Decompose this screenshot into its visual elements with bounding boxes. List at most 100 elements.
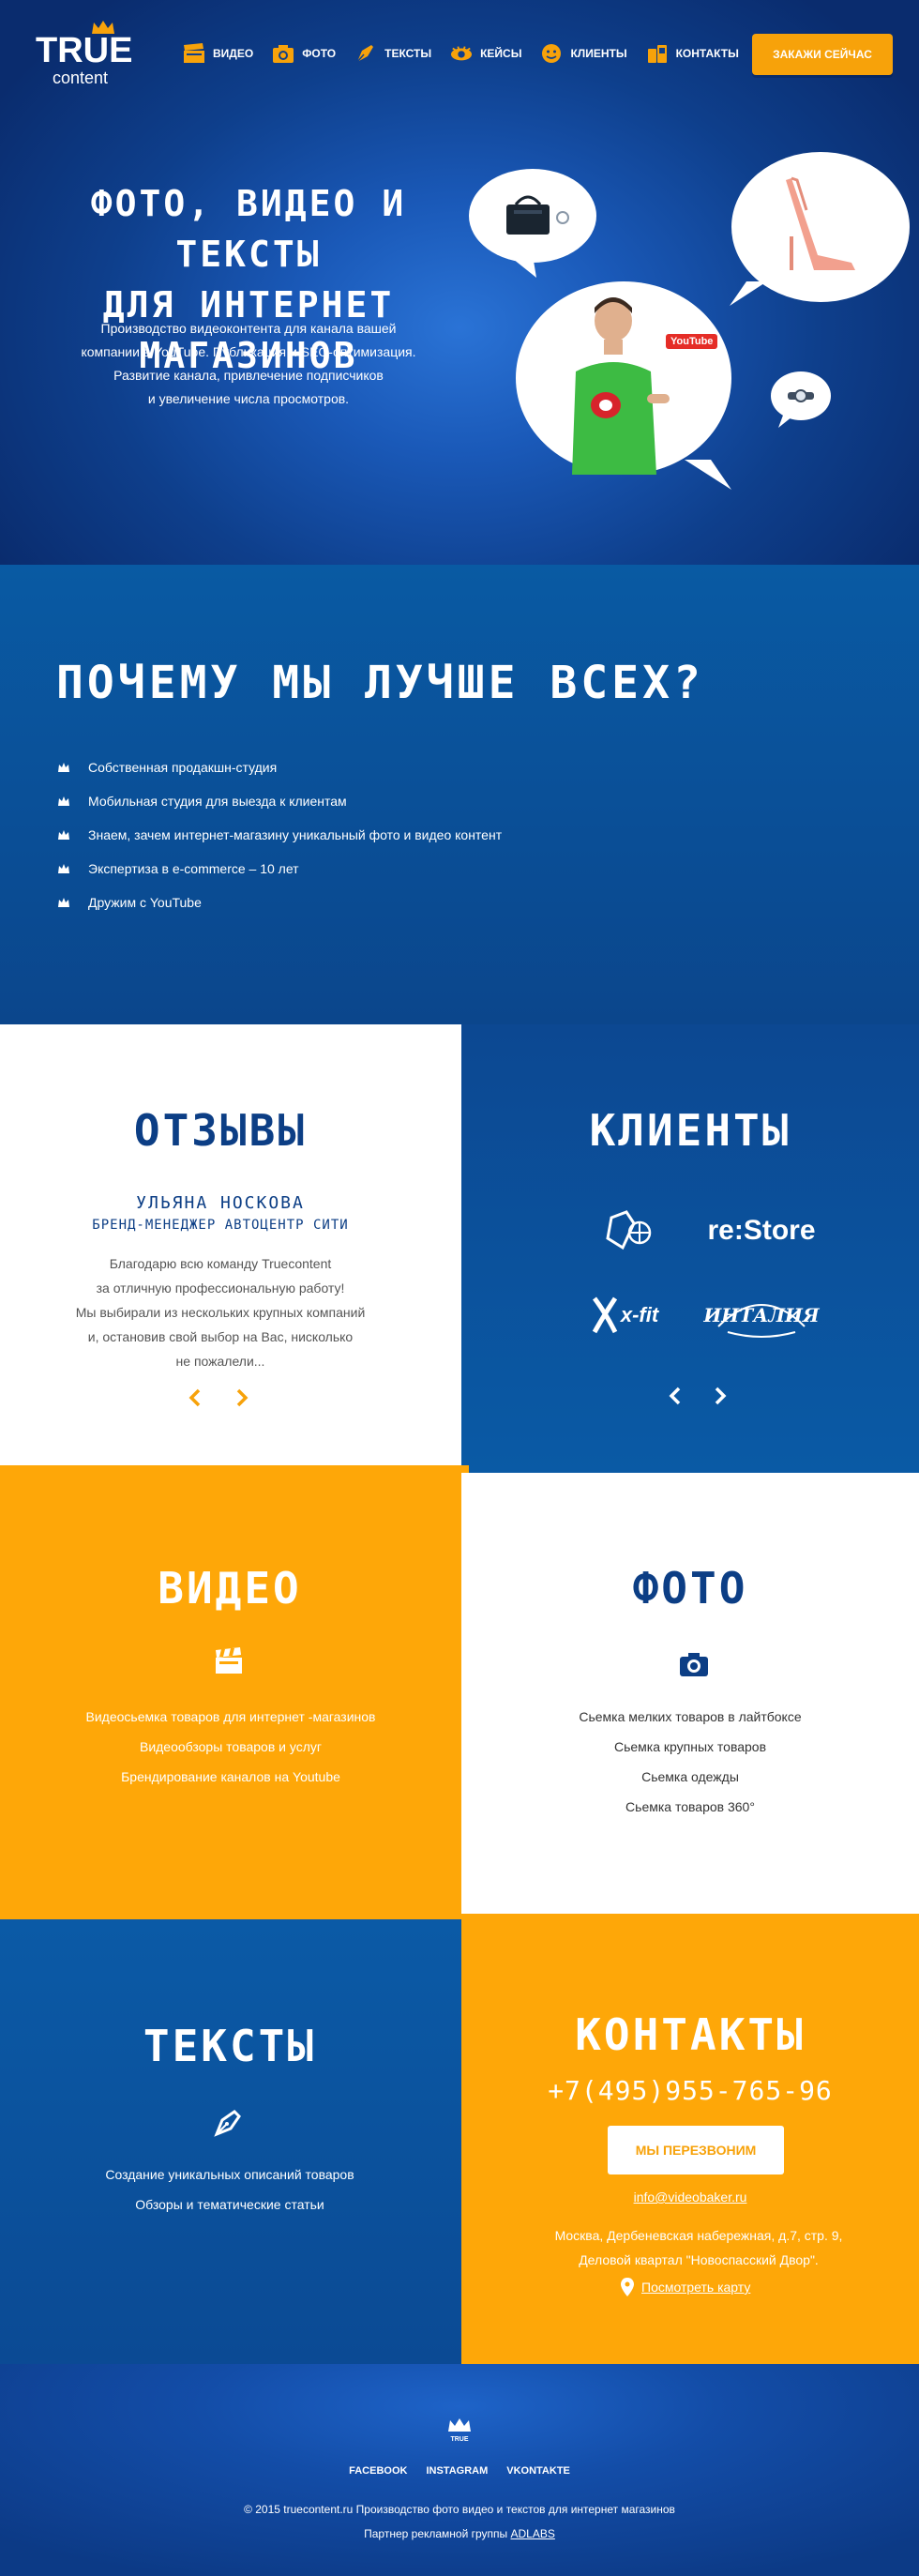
why-item-text: Знаем, зачем интернет-магазину уникальны… <box>88 827 503 842</box>
reviewer-name: УЛЬЯНА НОСКОВА <box>136 1193 305 1213</box>
logo[interactable]: TRUE content <box>36 21 148 96</box>
list-item: Сьемка товаров 360° <box>625 1799 755 1814</box>
hero-description: Производство видеоконтента для канала ва… <box>56 317 441 411</box>
contacts-title: КОНТАКТЫ <box>575 2009 806 2060</box>
list-item: Сьемка мелких товаров в лайтбоксе <box>579 1709 802 1724</box>
client-logo-text: x-fit <box>620 1303 659 1326</box>
why-item-text: Собственная продакшн-студия <box>88 760 278 775</box>
crown-icon <box>58 796 69 806</box>
instagram-link[interactable]: INSTAGRAM <box>426 2465 488 2477</box>
facebook-link[interactable]: FACEBOOK <box>349 2465 407 2477</box>
why-item-text: Экспертиза в e-commerce – 10 лет <box>88 861 299 876</box>
presenter-bubble: YouTube <box>516 281 731 475</box>
youtube-badge: YouTube <box>666 334 718 349</box>
nav-item-photo[interactable]: ФОТО <box>272 39 336 68</box>
list-item: Экспертиза в e-commerce – 10 лет <box>58 852 502 886</box>
camera-icon <box>272 42 294 65</box>
hero-text-line: компании в YouTube. Публикация и SEO-опт… <box>81 344 416 359</box>
logo-word: TRUE <box>36 31 133 70</box>
hero-text-line: и увеличение числа просмотров. <box>147 391 350 406</box>
hero-text-line: Развитие канала, привлечение подписчиков <box>113 368 384 383</box>
clients-next-arrow[interactable] <box>709 1385 731 1407</box>
nav-item-video[interactable]: ВИДЕО <box>183 39 253 68</box>
why-title: ПОЧЕМУ МЫ ЛУЧШЕ ВСЕХ? <box>56 657 704 709</box>
smiley-icon <box>540 42 563 65</box>
nav-item-label: КЕЙСЫ <box>480 47 522 60</box>
presenter-illustration <box>572 297 670 475</box>
list-item: Обзоры и тематические статьи <box>135 2197 324 2212</box>
emblem-icon <box>606 1210 652 1250</box>
main-nav: ВИДЕО ФОТО ТЕКСТЫ КЕЙСЫ КЛИЕНТЫ КОНТАКТЫ <box>183 39 758 68</box>
phone-number[interactable]: +7(495)955-765-96 <box>461 2075 919 2106</box>
shoe-icon <box>786 176 855 270</box>
reviews-prev-arrow[interactable] <box>184 1386 206 1409</box>
logo-sub: content <box>53 68 109 87</box>
list-item: Мобильная студия для выезда к клиентам <box>58 784 502 818</box>
nav-item-label: ТЕКСТЫ <box>384 47 432 60</box>
crown-icon <box>448 2418 471 2432</box>
social-links: FACEBOOK INSTAGRAM VKONTAKTE <box>0 2465 919 2477</box>
video-list: Видеосьемка товаров для интернет -магази… <box>0 1702 461 1792</box>
hero-text-line: Производство видеоконтента для канала ва… <box>100 321 397 336</box>
chevron-right-icon <box>236 1388 249 1407</box>
texts-list: Создание уникальных описаний товаров Обз… <box>0 2159 460 2220</box>
partner-line: Партнер рекламной группы ADLABS <box>0 2527 919 2540</box>
list-item: Видеосьемка товаров для интернет -магази… <box>85 1709 376 1724</box>
address-line: Москва, Дербеневская набережная, д.7, ст… <box>554 2228 843 2243</box>
review-text-line: Благодарю всю команду Truecontent <box>109 1256 332 1271</box>
crown-icon <box>58 763 69 772</box>
texts-title: ТЕКСТЫ <box>143 2021 317 2071</box>
address: Москва, Дербеневская набережная, д.7, ст… <box>506 2223 891 2272</box>
callback-button[interactable]: МЫ ПЕРЕЗВОНИМ <box>608 2126 784 2174</box>
footer-logo[interactable]: TRUE <box>448 2418 471 2447</box>
pen-icon <box>354 42 377 65</box>
nav-item-texts[interactable]: ТЕКСТЫ <box>354 39 431 68</box>
nav-item-clients[interactable]: КЛИЕНТЫ <box>540 39 627 68</box>
nav-item-label: ВИДЕО <box>213 47 254 60</box>
review-text-line: за отличную профессиональную работу! <box>96 1280 345 1296</box>
reviews-next-arrow[interactable] <box>231 1386 253 1409</box>
review-text-line: не пожалели... <box>175 1354 265 1369</box>
eye-icon <box>450 42 473 65</box>
xfit-mark-icon <box>592 1296 618 1334</box>
view-map-link[interactable]: Посмотреть карту <box>621 2276 750 2298</box>
partner-prefix: Партнер рекламной группы <box>364 2527 508 2540</box>
texts-tile <box>0 1919 461 2364</box>
clients-prev-arrow[interactable] <box>664 1385 686 1407</box>
email-link[interactable]: info@videobaker.ru <box>461 2190 919 2205</box>
bubble-tail <box>508 255 536 278</box>
copyright: © 2015 truecontent.ru Производство фото … <box>244 2503 675 2516</box>
photo-title: ФОТО <box>632 1563 748 1614</box>
clients-title: КЛИЕНТЫ <box>589 1105 791 1156</box>
bubble-tail <box>778 413 797 428</box>
list-item: Брендирование каналов на Youtube <box>121 1769 340 1784</box>
camera-icon <box>679 1651 709 1682</box>
client-logo-emblem <box>600 1208 656 1253</box>
nav-item-contacts[interactable]: КОНТАКТЫ <box>646 39 739 68</box>
bubble-tail <box>685 460 731 490</box>
nav-item-cases[interactable]: КЕЙСЫ <box>450 39 521 68</box>
list-item: Сьемка одежды <box>641 1769 739 1784</box>
page: TRUE content ВИДЕО ФОТО ТЕКСТЫ КЕЙСЫ КЛИ… <box>0 0 919 2576</box>
reviews-title: ОТЗЫВЫ <box>133 1105 308 1156</box>
review-text-line: и, остановив свой выбор на Вас, нискольк… <box>87 1329 354 1344</box>
order-now-button[interactable]: ЗАКАЖИ СЕЙЧАС <box>752 34 893 75</box>
view-map-label: Посмотреть карту <box>641 2280 751 2295</box>
video-title: ВИДЕО <box>158 1563 302 1614</box>
why-item-text: Дружим с YouTube <box>88 895 202 910</box>
list-item: Дружим с YouTube <box>58 886 502 919</box>
list-item: Знаем, зачем интернет-магазину уникальны… <box>58 818 502 852</box>
review-text: Благодарю всю команду Truecontent за отл… <box>56 1251 384 1373</box>
list-item: Видеообзоры товаров и услуг <box>139 1739 323 1754</box>
video-tile <box>0 1465 469 1927</box>
map-pin-icon <box>621 2278 634 2296</box>
clients-tile <box>461 1024 919 1473</box>
nav-item-label: КОНТАКТЫ <box>675 47 739 60</box>
client-logo-text: ИНТАЛИЯ <box>703 1304 820 1326</box>
vkontakte-link[interactable]: VKONTAKTE <box>506 2465 570 2477</box>
shoe-bubble <box>731 152 910 302</box>
chevron-left-icon <box>669 1386 681 1405</box>
adlabs-link[interactable]: ADLABS <box>511 2527 555 2540</box>
address-line: Деловой квартал "Новоспасский Двор". <box>579 2252 819 2267</box>
list-item: Создание уникальных описаний товаров <box>105 2167 354 2182</box>
